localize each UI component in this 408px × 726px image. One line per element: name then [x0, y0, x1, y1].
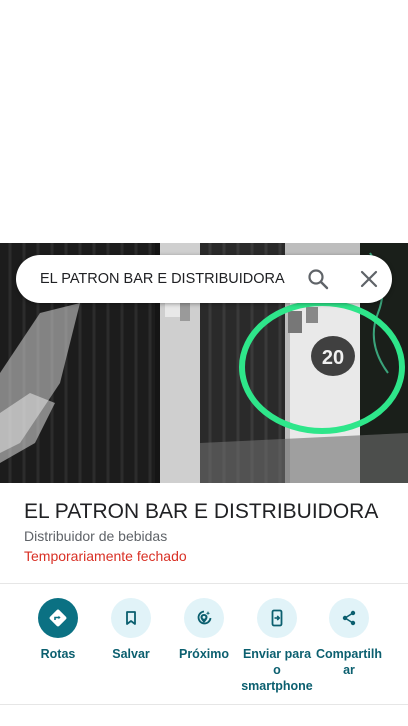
directions-icon: [38, 598, 78, 638]
nearby-label: Próximo: [178, 647, 229, 661]
nearby-icon: [184, 598, 224, 638]
send-to-phone-icon: [257, 598, 297, 638]
directions-button[interactable]: Rotas: [18, 598, 98, 662]
send-to-phone-button[interactable]: Enviar para o smartphone: [237, 598, 317, 694]
save-button[interactable]: Salvar: [91, 598, 171, 662]
nearby-button[interactable]: Próximo: [164, 598, 244, 662]
close-icon[interactable]: [357, 267, 381, 291]
place-category: Distribuidor de bebidas: [24, 528, 168, 544]
divider: [0, 704, 408, 705]
bookmark-icon: [111, 598, 151, 638]
door-number: 20: [322, 347, 344, 369]
save-label: Salvar: [112, 647, 150, 661]
share-button[interactable]: Compartilhar: [309, 598, 389, 678]
directions-label: Rotas: [40, 647, 76, 661]
map-area-blank: [0, 0, 408, 243]
search-icon[interactable]: [306, 267, 330, 291]
share-label: Compartilhar: [316, 647, 382, 677]
share-icon: [329, 598, 369, 638]
divider: [0, 583, 408, 584]
send-to-phone-label: Enviar para o smartphone: [241, 647, 313, 693]
search-input[interactable]: EL PATRON BAR E DISTRIBUIDORA: [40, 255, 290, 303]
search-bar[interactable]: EL PATRON BAR E DISTRIBUIDORA: [16, 255, 392, 303]
place-title: EL PATRON BAR E DISTRIBUIDORA: [24, 500, 379, 523]
place-status: Temporariamente fechado: [24, 548, 187, 564]
